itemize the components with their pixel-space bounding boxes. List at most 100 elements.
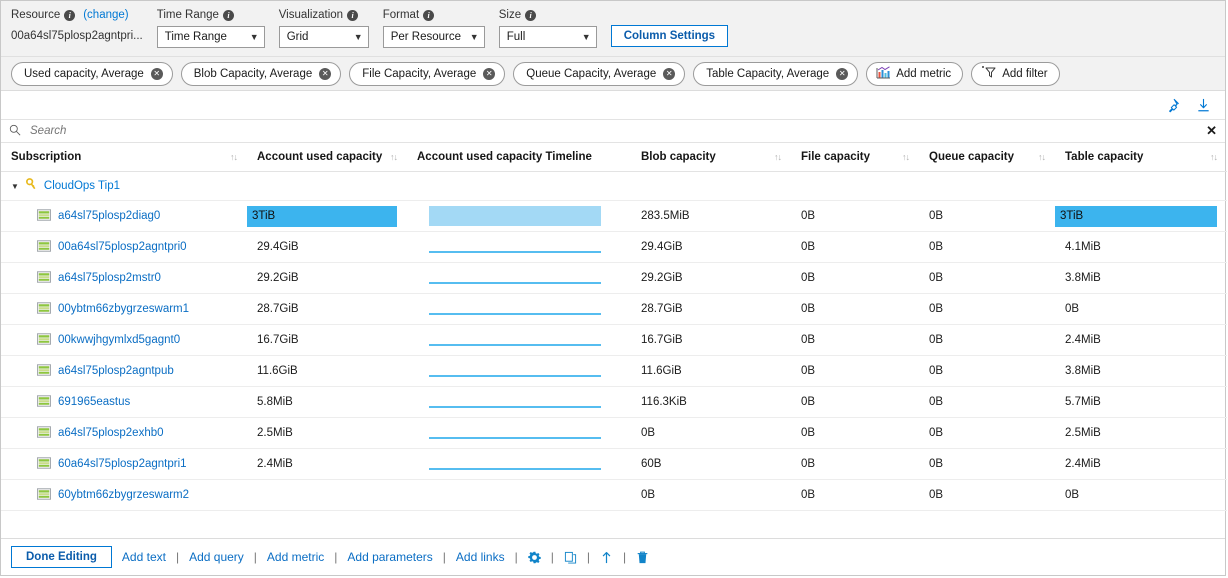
visualization-select[interactable]: Grid ▼ [278, 26, 369, 48]
cell-resource: a64sl75plosp2diag0 [1, 200, 247, 232]
table-row[interactable]: 60a64sl75plosp2agntpri1 2.4MiB 60B 0B 0B 2.4M… [1, 448, 1227, 480]
resource-link[interactable]: 00kwwjhgymlxd5gagnt0 [58, 334, 180, 346]
column-header-file-capacity[interactable]: File capacity ↑↓ [791, 143, 919, 172]
table-body: ▼ CloudOps Tip1 a64sl75plosp2diag0 3TiB 28… [1, 171, 1227, 511]
resource-link[interactable]: 00a64sl75plosp2agntpri0 [58, 241, 187, 253]
close-circle-icon[interactable]: ✕ [150, 67, 163, 80]
info-icon[interactable]: i [525, 9, 537, 21]
info-icon[interactable]: i [222, 9, 234, 21]
edit-toolbar: Done Editing Add text | Add query | Add … [1, 538, 1225, 575]
table-row[interactable]: a64sl75plosp2exhb0 2.5MiB 0B 0B 0B 2.5MiB [1, 417, 1227, 449]
copy-icon[interactable] [564, 551, 577, 564]
chevron-down-icon: ▼ [249, 32, 259, 42]
resource-link[interactable]: a64sl75plosp2agntpub [58, 365, 174, 377]
close-circle-icon[interactable]: ✕ [483, 67, 496, 80]
column-header-blob-capacity[interactable]: Blob capacity ↑↓ [631, 143, 791, 172]
add-parameters-link[interactable]: Add parameters [347, 550, 432, 564]
table-row[interactable]: a64sl75plosp2mstr0 29.2GiB 29.2GiB 0B 0B 3.8M… [1, 262, 1227, 294]
format-label: Format i [383, 7, 485, 23]
search-input[interactable] [28, 124, 1200, 138]
column-label: File capacity [801, 151, 871, 163]
cell-file-capacity: 0B [791, 355, 919, 387]
download-icon[interactable] [1196, 98, 1211, 113]
size-label-text: Size [498, 9, 522, 21]
group-name[interactable]: CloudOps Tip1 [44, 180, 120, 192]
time-range-select[interactable]: Time Range ▼ [156, 26, 265, 48]
metric-chip[interactable]: Table Capacity, Average ✕ [693, 61, 859, 86]
info-icon[interactable]: i [64, 9, 76, 21]
resource-link[interactable]: a64sl75plosp2exhb0 [58, 427, 164, 439]
cell-account-used-capacity: 16.7GiB [247, 324, 407, 356]
metrics-chip-bar: Used capacity, Average ✕ Blob Capacity, … [1, 57, 1225, 91]
done-editing-button[interactable]: Done Editing [11, 546, 112, 568]
table-row[interactable]: a64sl75plosp2diag0 3TiB 283.5MiB 0B 0B 3TiB [1, 200, 1227, 232]
sort-icon[interactable]: ↑↓ [774, 152, 782, 162]
format-select[interactable]: Per Resource ▼ [382, 26, 485, 48]
cell-queue-capacity: 0B [919, 448, 1055, 480]
resource-link[interactable]: 60a64sl75plosp2agntpri1 [58, 458, 187, 470]
cell-file-capacity: 0B [791, 293, 919, 325]
column-label: Queue capacity [929, 151, 1015, 163]
cell-table-capacity: 4.1MiB [1055, 231, 1227, 263]
table-row[interactable]: 00a64sl75plosp2agntpri0 29.4GiB 29.4GiB 0B 0… [1, 231, 1227, 263]
resource-link[interactable]: a64sl75plosp2mstr0 [58, 272, 161, 284]
group-row[interactable]: ▼ CloudOps Tip1 [1, 171, 1227, 201]
gear-icon[interactable] [528, 551, 541, 564]
column-header-table-capacity[interactable]: Table capacity ↑↓ [1055, 143, 1227, 172]
cell-table-capacity: 2.5MiB [1055, 417, 1227, 449]
close-icon[interactable]: ✕ [1206, 123, 1217, 139]
separator: | [334, 550, 338, 564]
cell-blob-capacity: 283.5MiB [631, 200, 791, 232]
resource-value[interactable]: 00a64sl75plosp2agntpri... [11, 26, 143, 46]
add-links-link[interactable]: Add links [456, 550, 505, 564]
table-row[interactable]: 691965eastus 5.8MiB 116.3KiB 0B 0B 5.7MiB [1, 386, 1227, 418]
close-circle-icon[interactable]: ✕ [319, 67, 332, 80]
cell-account-used-capacity: 11.6GiB [247, 355, 407, 387]
caret-down-icon[interactable]: ▼ [11, 182, 19, 191]
column-header-account-used-capacity[interactable]: Account used capacity ↑↓ [247, 143, 407, 172]
sort-icon[interactable]: ↑↓ [1210, 152, 1218, 162]
cell-timeline [407, 262, 631, 294]
column-settings-button[interactable]: Column Settings [610, 25, 729, 47]
column-header-account-used-capacity-timeline[interactable]: Account used capacity Timeline [407, 143, 631, 172]
cell-queue-capacity: 0B [919, 262, 1055, 294]
info-icon[interactable]: i [423, 9, 435, 21]
close-circle-icon[interactable]: ✕ [663, 67, 676, 80]
metric-chip[interactable]: Used capacity, Average ✕ [11, 61, 173, 86]
pin-icon[interactable] [1165, 98, 1180, 113]
resource-link[interactable]: a64sl75plosp2diag0 [58, 210, 160, 222]
add-metric-button[interactable]: Add metric [866, 61, 964, 86]
move-up-icon[interactable] [600, 551, 613, 564]
cell-blob-capacity: 0B [631, 417, 791, 449]
cell-file-capacity: 0B [791, 231, 919, 263]
add-filter-button[interactable]: Add filter [971, 61, 1060, 86]
table-row[interactable]: a64sl75plosp2agntpub 11.6GiB 11.6GiB 0B 0B 3.… [1, 355, 1227, 387]
sort-icon[interactable]: ↑↓ [390, 152, 398, 162]
add-text-link[interactable]: Add text [122, 550, 166, 564]
add-query-link[interactable]: Add query [189, 550, 244, 564]
table-row[interactable]: 00ybtm66zbygrzeswarm1 28.7GiB 28.7GiB 0B 0B 0… [1, 293, 1227, 325]
metric-chip[interactable]: Queue Capacity, Average ✕ [513, 61, 686, 86]
column-header-subscription[interactable]: Subscription ↑↓ [1, 143, 247, 172]
info-icon[interactable]: i [347, 9, 359, 21]
sort-icon[interactable]: ↑↓ [230, 152, 238, 162]
metric-chip[interactable]: File Capacity, Average ✕ [349, 61, 506, 86]
grid-search-bar[interactable]: ✕ [1, 119, 1225, 143]
sparkline-path [429, 344, 601, 346]
metric-chip[interactable]: Blob Capacity, Average ✕ [180, 61, 342, 86]
sort-icon[interactable]: ↑↓ [1038, 152, 1046, 162]
close-circle-icon[interactable]: ✕ [836, 67, 849, 80]
table-row[interactable]: 60ybtm66zbygrzeswarm2 0B 0B 0B 0B [1, 479, 1227, 511]
cell-queue-capacity: 0B [919, 417, 1055, 449]
table-row[interactable]: 00kwwjhgymlxd5gagnt0 16.7GiB 16.7GiB 0B 0B 2.… [1, 324, 1227, 356]
time-range-value: Time Range [164, 31, 227, 43]
resource-change-link[interactable]: (change) [83, 7, 128, 23]
resource-link[interactable]: 60ybtm66zbygrzeswarm2 [58, 489, 189, 501]
sort-icon[interactable]: ↑↓ [902, 152, 910, 162]
add-metric-link[interactable]: Add metric [267, 550, 324, 564]
column-header-queue-capacity[interactable]: Queue capacity ↑↓ [919, 143, 1055, 172]
resource-link[interactable]: 00ybtm66zbygrzeswarm1 [58, 303, 189, 315]
size-select[interactable]: Full ▼ [498, 26, 597, 48]
delete-icon[interactable] [636, 551, 649, 564]
resource-link[interactable]: 691965eastus [58, 396, 130, 408]
